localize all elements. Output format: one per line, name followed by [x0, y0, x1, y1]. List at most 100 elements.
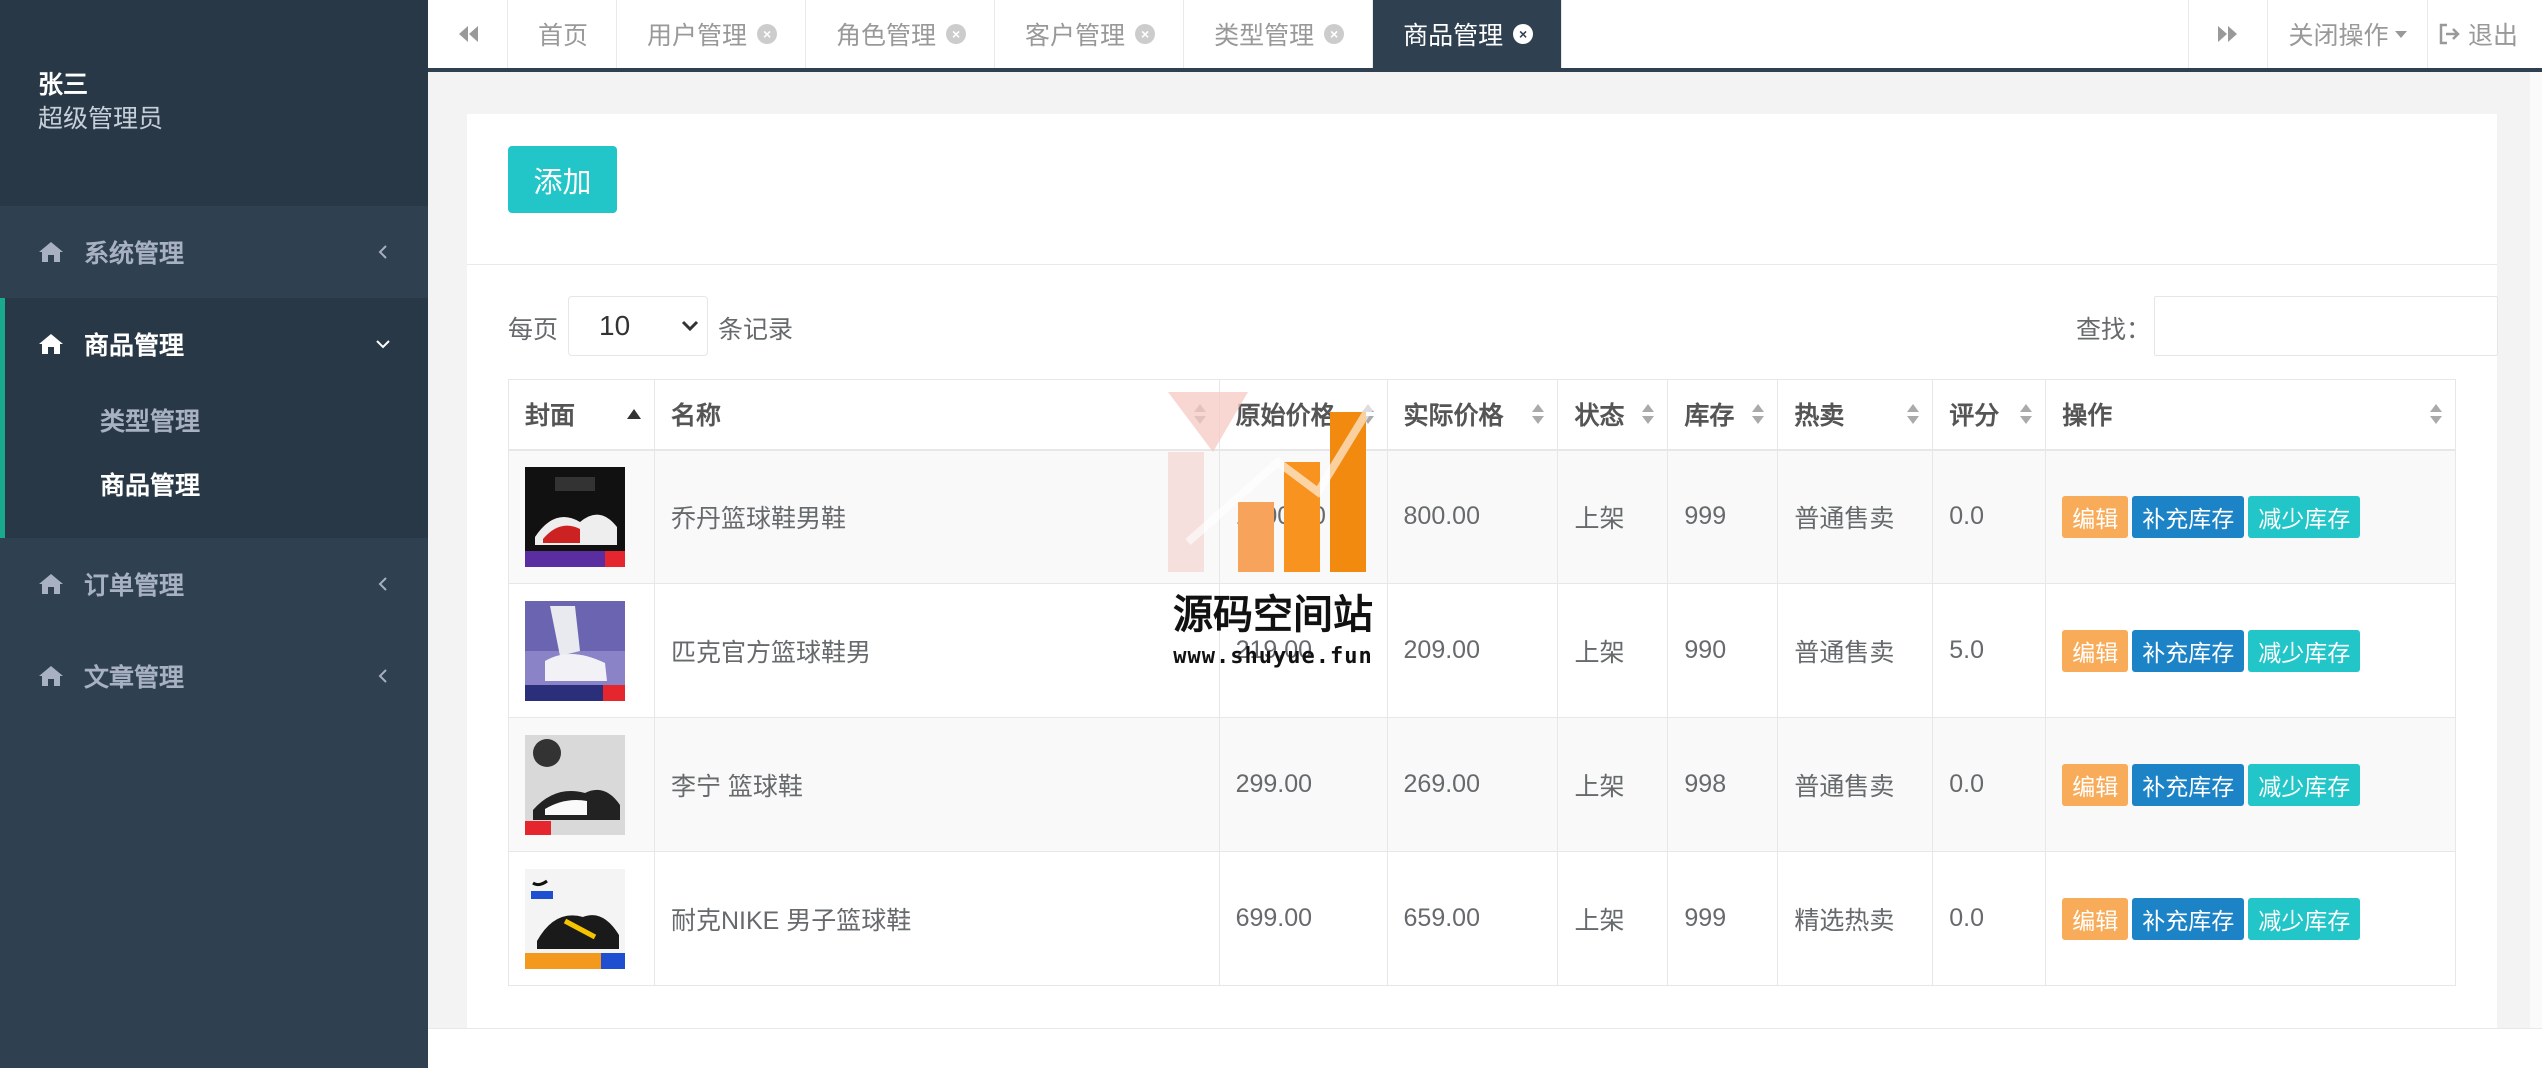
- page-length-select[interactable]: 10: [568, 296, 708, 356]
- tab-close-icon[interactable]: ×: [757, 24, 778, 44]
- cell-cover: [508, 717, 655, 852]
- column-header-label: 封面: [525, 402, 576, 431]
- product-table: 封面 名称 原始价格 实际价格 状态 库存 热卖 评分 操作 乔丹篮球鞋男鞋 1…: [508, 379, 2456, 986]
- nav-group-products: 商品管理 类型管理 商品管理: [0, 298, 428, 538]
- home-icon: [39, 242, 63, 262]
- nav-group-articles: 文章管理: [0, 630, 428, 722]
- tab-close-icon[interactable]: ×: [1513, 24, 1534, 44]
- page-length-value: 10: [599, 310, 631, 341]
- tab-customer-management[interactable]: 客户管理 ×: [995, 0, 1185, 68]
- tab-label: 首页: [538, 22, 589, 50]
- cell-rating: 0.0: [1932, 449, 2047, 584]
- tab-bar: 首页 用户管理 × 角色管理 × 客户管理 × 类型管理 × 商品管理 × 关闭…: [428, 0, 2542, 72]
- cell-rating: 0.0: [1932, 717, 2047, 852]
- tabs-scroll-right-button[interactable]: [2188, 0, 2268, 68]
- cell-status: 上架: [1557, 851, 1669, 986]
- reduce-stock-button[interactable]: 减少库存: [2248, 897, 2361, 940]
- sidebar-item-orders[interactable]: 订单管理: [0, 538, 428, 630]
- column-header-stock[interactable]: 库存: [1667, 379, 1779, 451]
- cell-name: 匹克官方篮球鞋男: [653, 583, 1220, 718]
- product-list-panel: 添加 每页 10 条记录 查找： 封面 名称 原始价格 实际价格 状态 库存 热…: [467, 114, 2498, 1068]
- tab-close-icon[interactable]: ×: [1135, 24, 1156, 44]
- tab-close-icon[interactable]: ×: [946, 24, 967, 44]
- table-row: 耐克NIKE 男子篮球鞋 699.00 659.00 上架 999 精选热卖 0…: [508, 851, 2456, 986]
- user-profile: 张三 超级管理员: [0, 0, 428, 206]
- reduce-stock-button[interactable]: 减少库存: [2248, 629, 2361, 672]
- tab-product-management[interactable]: 商品管理 ×: [1373, 0, 1563, 68]
- cell-actual-price: 659.00: [1386, 851, 1559, 986]
- column-header-cover[interactable]: 封面: [508, 379, 655, 451]
- forward-icon: [2218, 26, 2237, 42]
- cell-actions: 编辑 补充库存 减少库存: [2045, 851, 2456, 986]
- cell-rating: 0.0: [1932, 851, 2047, 986]
- logout-button[interactable]: 退出: [2438, 0, 2542, 68]
- column-header-name[interactable]: 名称: [653, 379, 1220, 451]
- page-footer-strip: [428, 1028, 2542, 1068]
- tab-label: 用户管理: [647, 22, 748, 50]
- home-icon: [39, 666, 63, 686]
- add-stock-button[interactable]: 补充库存: [2132, 495, 2245, 538]
- cell-rating: 5.0: [1932, 583, 2047, 718]
- scrollbar[interactable]: [2530, 72, 2542, 1028]
- tab-type-management[interactable]: 类型管理 ×: [1184, 0, 1374, 68]
- sidebar-item-products[interactable]: 商品管理: [5, 298, 428, 390]
- cell-status: 上架: [1557, 717, 1669, 852]
- sidebar-subitem-product-management[interactable]: 商品管理: [5, 454, 428, 518]
- column-header-original-price[interactable]: 原始价格: [1218, 379, 1388, 451]
- edit-button[interactable]: 编辑: [2062, 495, 2129, 538]
- tab-user-management[interactable]: 用户管理 ×: [617, 0, 807, 68]
- column-header-label: 库存: [1684, 402, 1735, 431]
- add-product-button[interactable]: 添加: [508, 146, 617, 213]
- lining-shoe-thumbnail: [525, 734, 625, 835]
- tab-label: 类型管理: [1214, 22, 1315, 50]
- search-label: 查找：: [2076, 316, 2152, 344]
- cell-stock: 999: [1667, 449, 1779, 584]
- cell-stock: 990: [1667, 583, 1779, 718]
- cell-stock: 999: [1667, 851, 1779, 986]
- sidebar-subitem-type-management[interactable]: 类型管理: [5, 390, 428, 454]
- add-stock-button[interactable]: 补充库存: [2132, 629, 2245, 672]
- column-header-actions[interactable]: 操作: [2045, 379, 2456, 451]
- close-operations-dropdown[interactable]: 关闭操作: [2268, 0, 2428, 68]
- column-header-rating[interactable]: 评分: [1932, 379, 2047, 451]
- column-header-label: 操作: [2062, 402, 2113, 431]
- logout-label: 退出: [2468, 22, 2519, 50]
- jordan-shoe-thumbnail: [525, 466, 625, 567]
- user-name[interactable]: 张三: [38, 68, 428, 102]
- caret-down-icon: [2394, 30, 2407, 38]
- reduce-stock-button[interactable]: 减少库存: [2248, 763, 2361, 806]
- tabs-scroll-left-button[interactable]: [428, 0, 508, 68]
- tab-close-icon[interactable]: ×: [1324, 24, 1345, 44]
- chevron-left-icon: [378, 245, 387, 259]
- cell-hot: 精选热卖: [1777, 851, 1934, 986]
- cell-cover: [508, 583, 655, 718]
- edit-button[interactable]: 编辑: [2062, 629, 2129, 672]
- chevron-left-icon: [378, 577, 387, 591]
- column-header-actual-price[interactable]: 实际价格: [1386, 379, 1559, 451]
- chevron-down-icon: [376, 340, 390, 349]
- search-input[interactable]: [2154, 296, 2498, 356]
- tab-home[interactable]: 首页: [508, 0, 618, 68]
- add-stock-button[interactable]: 补充库存: [2132, 897, 2245, 940]
- sidebar-item-system[interactable]: 系统管理: [0, 206, 428, 298]
- tab-role-management[interactable]: 角色管理 ×: [806, 0, 996, 68]
- edit-button[interactable]: 编辑: [2062, 763, 2129, 806]
- sort-both-icon: [1642, 404, 1655, 425]
- home-icon: [39, 574, 63, 594]
- chevron-down-icon: [681, 320, 699, 332]
- page-tabs: 首页 用户管理 × 角色管理 × 客户管理 × 类型管理 × 商品管理 ×: [508, 0, 1563, 68]
- sort-asc-icon: [626, 409, 641, 420]
- add-stock-button[interactable]: 补充库存: [2132, 763, 2245, 806]
- reduce-stock-button[interactable]: 减少库存: [2248, 495, 2361, 538]
- cell-cover: [508, 449, 655, 584]
- user-role: 超级管理员: [38, 105, 164, 133]
- sidebar-item-articles[interactable]: 文章管理: [0, 630, 428, 722]
- cell-name: 李宁 篮球鞋: [653, 717, 1220, 852]
- table-row: 乔丹篮球鞋男鞋 1000.00 800.00 上架 999 普通售卖 0.0 编…: [508, 449, 2456, 584]
- column-header-hot[interactable]: 热卖: [1777, 379, 1934, 451]
- tab-label: 商品管理: [1403, 22, 1504, 50]
- column-header-status[interactable]: 状态: [1557, 379, 1669, 451]
- edit-button[interactable]: 编辑: [2062, 897, 2129, 940]
- column-header-label: 名称: [670, 402, 721, 431]
- page-length-prefix: 每页: [508, 316, 559, 344]
